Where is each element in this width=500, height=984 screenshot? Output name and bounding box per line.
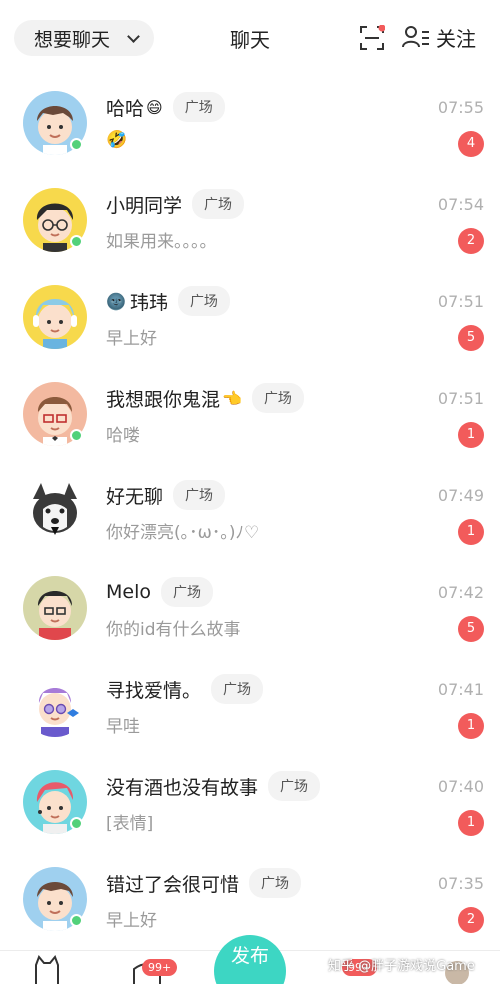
message-preview: 早上好	[106, 329, 157, 349]
unread-badge: 2	[458, 228, 484, 254]
chat-list: 哈哈 😄 广场 🤣 07:55 4 小明同学 广场 如果用来。。。。 07:54…	[0, 74, 500, 947]
watermark-text: 知乎 @胖子游戏说Game	[328, 959, 475, 974]
chat-item[interactable]: 没有酒也没有故事 广场 [表情] 07:40 1	[0, 753, 500, 850]
message-preview: 早哇	[106, 717, 140, 737]
follow-label: 关注	[436, 26, 476, 51]
unread-badge: 1	[458, 422, 484, 448]
chat-item[interactable]: 寻找爱情。 广场 早哇 07:41 1	[0, 656, 500, 753]
message-preview: 早上好	[106, 911, 157, 931]
tag-badge: 广场	[192, 189, 245, 219]
message-time: 07:55	[437, 98, 484, 117]
unread-badge: 5	[458, 325, 484, 351]
message-preview: 如果用来。。。。	[106, 232, 217, 252]
message-preview: 你好漂亮(｡･ω･｡)ﾉ♡	[106, 523, 260, 543]
unread-badge: 1	[458, 810, 484, 836]
chat-item[interactable]: 小明同学 广场 如果用来。。。。 07:54 2	[0, 171, 500, 268]
contact-name: 哈哈	[106, 97, 145, 120]
message-time: 07:51	[437, 389, 484, 408]
tag-badge: 广场	[161, 577, 213, 607]
scan-button[interactable]	[359, 24, 386, 51]
online-status-dot	[70, 817, 83, 830]
name-prefix-emoji: 🌚	[106, 291, 126, 311]
contact-name: 小明同学	[106, 194, 183, 217]
tag-badge: 广场	[173, 480, 226, 510]
unread-badge: 2	[458, 907, 484, 933]
message-time: 07:54	[437, 195, 484, 214]
message-time: 07:49	[437, 486, 484, 505]
name-emoji: 😄	[146, 97, 163, 117]
avatar	[23, 576, 87, 640]
bottom-nav: 99+ 发布 99+ 知乎 @胖子游戏说Game	[0, 935, 500, 984]
online-status-dot	[70, 138, 83, 151]
tag-badge: 广场	[211, 674, 264, 704]
avatar	[23, 285, 87, 349]
unread-badge: 5	[458, 616, 484, 642]
online-status-dot	[70, 914, 83, 927]
message-time: 07:40	[437, 777, 484, 796]
chat-item[interactable]: 哈哈 😄 广场 🤣 07:55 4	[0, 74, 500, 171]
follow-button[interactable]: 关注	[402, 22, 476, 52]
name-emoji: 👈	[222, 388, 242, 408]
message-preview: 你的id有什么故事	[106, 620, 241, 640]
chat-item[interactable]: Melo 广场 你的id有什么故事 07:42 5	[0, 559, 500, 656]
unread-badge: 4	[458, 131, 484, 157]
contact-name: 我想跟你鬼混	[106, 388, 221, 411]
avatar	[23, 673, 87, 737]
message-time: 07:42	[437, 583, 484, 602]
chat-item[interactable]: 🌚 玮玮 广场 早上好 07:51 5	[0, 268, 500, 365]
contact-name: Melo	[106, 581, 151, 603]
chat-item[interactable]: 好无聊 广场 你好漂亮(｡･ω･｡)ﾉ♡ 07:49 1	[0, 462, 500, 559]
contact-name: 没有酒也没有故事	[106, 776, 259, 799]
message-preview: [表情]	[106, 814, 154, 834]
contact-name: 寻找爱情。	[106, 679, 202, 702]
tag-badge: 广场	[172, 92, 225, 122]
message-time: 07:41	[437, 680, 484, 699]
unread-badge: 1	[458, 713, 484, 739]
tag-badge: 广场	[268, 771, 321, 801]
top-bar: 想要聊天 聊天 关注	[0, 0, 500, 74]
nav-messages-tab[interactable]: 99+	[130, 955, 178, 984]
avatar	[23, 479, 87, 543]
unread-badge: 1	[458, 519, 484, 545]
chat-mode-label: 想要聊天	[34, 28, 111, 51]
scan-icon	[360, 24, 386, 50]
contact-name: 玮玮	[129, 291, 168, 314]
message-preview: 🤣	[106, 130, 128, 150]
publish-label: 发布	[230, 945, 269, 967]
chat-item[interactable]: 我想跟你鬼混 👈 广场 哈喽 07:51 1	[0, 365, 500, 462]
chat-item[interactable]: 错过了会很可惜 广场 早上好 07:35 2	[0, 850, 500, 947]
notification-badge: 99+	[142, 959, 178, 976]
online-status-dot	[70, 429, 83, 442]
user-list-icon	[402, 26, 429, 48]
message-time: 07:35	[437, 874, 484, 893]
chevron-down-icon	[127, 30, 140, 43]
message-preview: 哈喽	[106, 426, 140, 446]
contact-name: 错过了会很可惜	[106, 873, 240, 896]
tag-badge: 广场	[177, 286, 230, 316]
tag-badge: 广场	[251, 383, 304, 413]
message-time: 07:51	[437, 292, 484, 311]
tag-badge: 广场	[249, 868, 302, 898]
cat-icon	[35, 955, 59, 984]
online-status-dot	[70, 235, 83, 248]
contact-name: 好无聊	[106, 485, 164, 508]
chat-mode-dropdown[interactable]: 想要聊天	[14, 20, 154, 56]
nav-home-tab[interactable]	[30, 955, 70, 984]
